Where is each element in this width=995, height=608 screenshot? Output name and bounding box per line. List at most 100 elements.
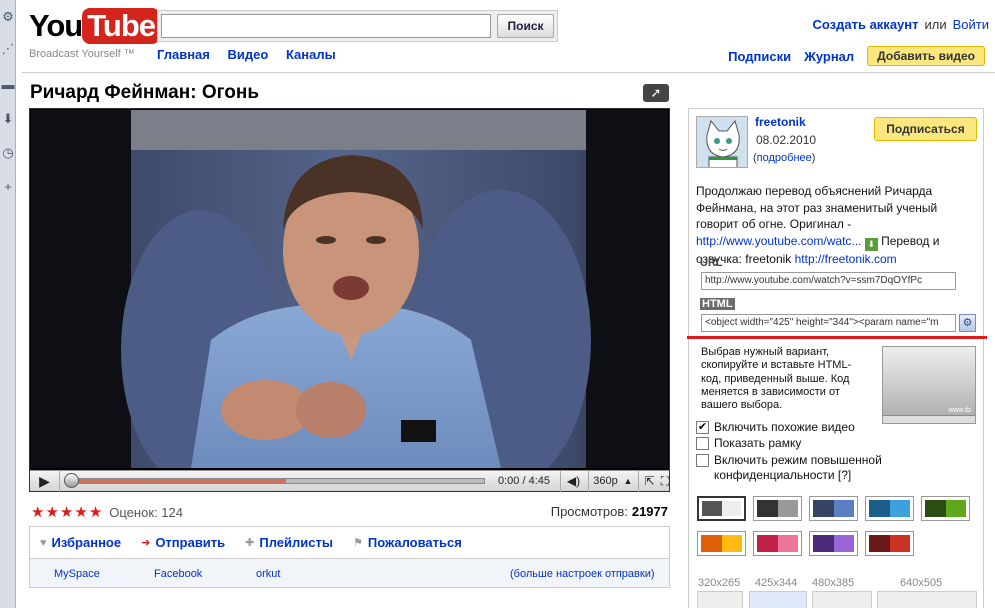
star-icon[interactable]: ★ [31,504,44,521]
more-info-link[interactable]: подробнее [757,152,812,164]
download-arrow-icon[interactable]: ⬇ [1,112,15,126]
color-swatch[interactable] [865,531,914,556]
progress-bar[interactable] [70,478,485,484]
include-related-label: Включить похожие видео [714,420,855,434]
rating-stars[interactable]: ★★★★★ [31,503,103,521]
clock-icon[interactable]: ◷ [1,146,15,160]
size-option[interactable] [697,591,743,608]
play-icon[interactable]: ▶ [30,471,60,492]
nav-channels[interactable]: Каналы [286,47,336,62]
search-input[interactable] [161,14,491,38]
gear-icon[interactable]: ⚙ [1,10,15,24]
share-options: MySpace Facebook orkut (больше настроек … [29,558,670,588]
star-icon[interactable]: ★ [89,504,102,521]
show-border-label: Показать рамку [714,436,802,450]
progress-scrubber[interactable] [64,473,79,488]
download-icon[interactable]: ⬇ [864,237,878,251]
logo-you: You [29,8,83,43]
login-link[interactable]: Войти [953,17,989,32]
privacy-mode-checkbox[interactable] [696,454,709,467]
chevron-up-icon[interactable]: ▲ [620,471,636,492]
share-facebook[interactable]: Facebook [154,568,202,580]
quality-selector[interactable]: 360p [588,471,622,492]
color-swatch[interactable] [697,496,746,521]
embed-code-field[interactable]: <object width="425" height="344"><param … [701,314,956,332]
history-link[interactable]: Журнал [804,49,854,64]
popout-icon[interactable]: ⇱ [638,471,660,492]
star-icon[interactable]: ★ [45,504,58,521]
nav-home[interactable]: Главная [157,47,210,62]
size-option-label[interactable]: 425x344 [755,577,797,589]
subscriptions-link[interactable]: Подписки [728,49,791,64]
share-myspace[interactable]: MySpace [54,568,100,580]
flag-icon: ⚑ [352,537,363,549]
window-icon[interactable]: ▬ [1,78,15,92]
youtube-logo[interactable]: You Tube [29,8,160,44]
user-nav: Подписки Журнал Добавить видео [715,46,985,66]
preview-controls [883,415,975,423]
main-nav: Главная Видео Каналы [157,47,350,62]
color-swatch[interactable] [809,496,858,521]
or-text: или [924,17,947,32]
share-orkut[interactable]: orkut [256,568,280,580]
author-site-link[interactable]: http://freetonik.com [795,252,897,266]
url-field[interactable]: http://www.youtube.com/watch?v=ssm7DqOYf… [701,272,956,290]
browser-side-toolbar: ⚙ ⋰ ▬ ⬇ ◷ + [0,0,16,608]
color-swatch[interactable] [865,496,914,521]
color-swatch[interactable] [809,531,858,556]
show-border-option[interactable]: Показать рамку [696,436,801,450]
volume-icon[interactable]: ◀) [560,471,586,492]
expand-arrow-icon[interactable]: ➚ [643,84,669,102]
embed-preview: www.tb [882,346,976,424]
share-button[interactable]: ➜ Отправить [141,535,225,550]
avatar[interactable] [696,116,748,168]
preview-watermark: www.tb [948,407,971,414]
more-share-options[interactable]: (больше настроек отправки) [510,568,655,580]
color-swatch[interactable] [921,496,970,521]
star-icon[interactable]: ★ [74,504,87,521]
url-label: URL [700,257,723,269]
privacy-mode-option[interactable]: Включить режим повышенной конфиденциальн… [696,453,904,483]
html-label: HTML [700,298,735,310]
color-swatch[interactable] [753,531,802,556]
share-nodes-icon[interactable]: ⋰ [1,42,15,56]
show-border-checkbox[interactable] [696,437,709,450]
size-option-label[interactable]: 480x385 [812,577,854,589]
upload-date: 08.02.2010 [756,133,817,147]
cat-avatar-icon [697,117,747,167]
gear-icon[interactable]: ⚙ [959,314,976,332]
subscribe-button[interactable]: Подписаться [874,117,977,141]
include-related-option[interactable]: ✔ Включить похожие видео [696,420,855,434]
favorite-label: Избранное [51,535,122,550]
playlists-label: Плейлисты [259,535,333,550]
favorite-button[interactable]: ♥ Избранное [40,535,121,550]
uploader-name[interactable]: freetonik [755,115,806,129]
original-video-link[interactable]: http://www.youtube.com/watc... [696,234,861,248]
create-account-link[interactable]: Создать аккаунт [813,17,919,32]
color-swatch[interactable] [753,496,802,521]
logo-tagline: Broadcast Yourself ™ [29,48,135,60]
size-option[interactable] [877,591,977,608]
heart-icon: ♥ [40,536,47,549]
video-frame[interactable] [31,110,668,468]
view-count: Просмотров: 21977 [551,504,668,519]
nav-videos[interactable]: Видео [228,47,269,62]
size-option[interactable] [812,591,872,608]
playlists-button[interactable]: ✚ Плейлисты [245,535,333,550]
search-button[interactable]: Поиск [497,14,554,38]
privacy-mode-label: Включить режим повышенной конфиденциальн… [714,453,882,482]
star-icon[interactable]: ★ [60,504,73,521]
account-links: Создать аккаунт или Войти [813,17,990,32]
video-info-panel: freetonik 08.02.2010 (подробнее) Подписа… [687,108,987,608]
size-option[interactable] [749,591,807,608]
size-option-label[interactable]: 640x505 [900,577,942,589]
plus-icon[interactable]: + [1,180,15,194]
size-option-label[interactable]: 320x265 [698,577,740,589]
video-player[interactable]: ▶ 0:00 / 4:45 ◀) 360p ▲ ⇱ ⛶ [29,108,670,492]
include-related-checkbox[interactable]: ✔ [696,421,709,434]
views-number: 21977 [631,504,668,519]
upload-video-button[interactable]: Добавить видео [867,46,985,66]
report-button[interactable]: ⚑ Пожаловаться [353,535,462,550]
color-swatch[interactable] [697,531,746,556]
fullscreen-icon[interactable]: ⛶ [660,471,670,492]
